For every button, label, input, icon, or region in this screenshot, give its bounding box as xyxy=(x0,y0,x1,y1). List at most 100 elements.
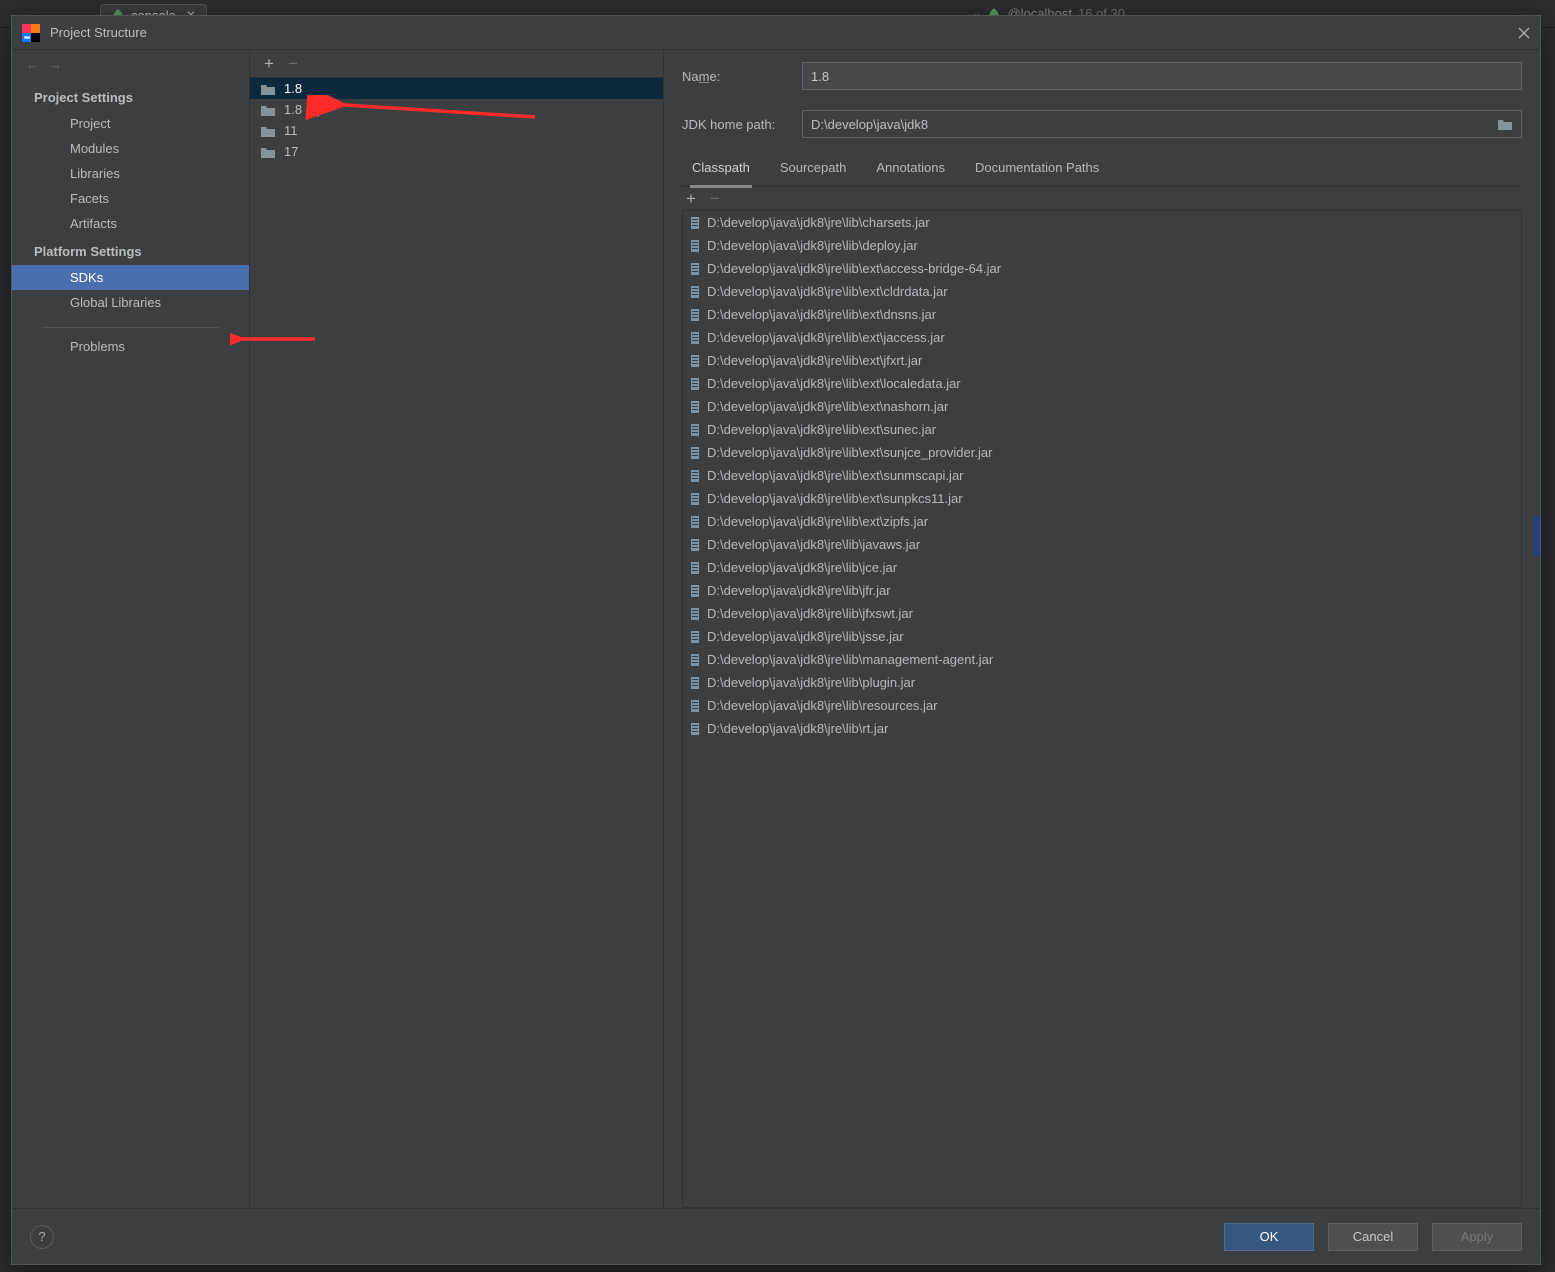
classpath-row[interactable]: D:\develop\java\jdk8\jre\lib\javaws.jar xyxy=(683,533,1521,556)
nav-history: ← → xyxy=(12,50,249,78)
sdk-item[interactable]: 1.8 xyxy=(250,78,663,99)
sidebar-item-problems[interactable]: Problems xyxy=(12,334,249,359)
detail-tabs: Classpath Sourcepath Annotations Documen… xyxy=(682,152,1522,187)
project-structure-dialog: Project Structure ← → Project Settings P… xyxy=(11,15,1541,1265)
dialog-footer: ? OK Cancel Apply xyxy=(12,1208,1540,1264)
classpath-path: D:\develop\java\jdk8\jre\lib\ext\jfxrt.j… xyxy=(707,353,922,368)
add-sdk-icon[interactable] xyxy=(264,55,274,72)
nav-back-icon[interactable]: ← xyxy=(26,57,39,72)
classpath-path: D:\develop\java\jdk8\jre\lib\ext\localed… xyxy=(707,376,961,391)
classpath-row[interactable]: D:\develop\java\jdk8\jre\lib\ext\sunec.j… xyxy=(683,418,1521,441)
sdk-toolbar xyxy=(250,50,663,78)
classpath-row[interactable]: D:\develop\java\jdk8\jre\lib\rt.jar xyxy=(683,717,1521,740)
classpath-row[interactable]: D:\develop\java\jdk8\jre\lib\ext\localed… xyxy=(683,372,1521,395)
path-label: JDK home path: xyxy=(682,117,792,132)
classpath-path: D:\develop\java\jdk8\jre\lib\ext\sunpkcs… xyxy=(707,491,963,506)
classpath-row[interactable]: D:\develop\java\jdk8\jre\lib\ext\sunjce_… xyxy=(683,441,1521,464)
jar-icon xyxy=(689,216,701,230)
close-icon[interactable] xyxy=(1518,27,1530,39)
sdk-item[interactable]: 1.8 (2) xyxy=(250,99,663,120)
apply-button[interactable]: Apply xyxy=(1432,1223,1522,1251)
sidebar: ← → Project Settings Project Modules Lib… xyxy=(12,50,250,1208)
ok-button[interactable]: OK xyxy=(1224,1223,1314,1251)
jar-icon xyxy=(689,239,701,253)
jar-icon xyxy=(689,354,701,368)
classpath-row[interactable]: D:\develop\java\jdk8\jre\lib\deploy.jar xyxy=(683,234,1521,257)
classpath-row[interactable]: D:\develop\java\jdk8\jre\lib\jfr.jar xyxy=(683,579,1521,602)
nav-forward-icon[interactable]: → xyxy=(49,57,62,72)
classpath-row[interactable]: D:\develop\java\jdk8\jre\lib\resources.j… xyxy=(683,694,1521,717)
intellij-icon xyxy=(22,24,40,42)
classpath-path: D:\develop\java\jdk8\jre\lib\jsse.jar xyxy=(707,629,904,644)
jar-icon xyxy=(689,584,701,598)
classpath-row[interactable]: D:\develop\java\jdk8\jre\lib\ext\jaccess… xyxy=(683,326,1521,349)
jar-icon xyxy=(689,423,701,437)
classpath-path: D:\develop\java\jdk8\jre\lib\charsets.ja… xyxy=(707,215,930,230)
jar-icon xyxy=(689,308,701,322)
classpath-row[interactable]: D:\develop\java\jdk8\jre\lib\ext\nashorn… xyxy=(683,395,1521,418)
sidebar-item-artifacts[interactable]: Artifacts xyxy=(12,211,249,236)
jar-icon xyxy=(689,538,701,552)
classpath-path: D:\develop\java\jdk8\jre\lib\ext\nashorn… xyxy=(707,399,948,414)
path-value-box: D:\develop\java\jdk8 xyxy=(802,110,1522,138)
classpath-row[interactable]: D:\develop\java\jdk8\jre\lib\ext\access-… xyxy=(683,257,1521,280)
jar-icon xyxy=(689,699,701,713)
jar-icon xyxy=(689,262,701,276)
folder-icon xyxy=(260,145,276,159)
sdk-item[interactable]: 17 xyxy=(250,141,663,162)
folder-icon xyxy=(260,103,276,117)
classpath-row[interactable]: D:\develop\java\jdk8\jre\lib\ext\cldrdat… xyxy=(683,280,1521,303)
sdk-label: 1.8 xyxy=(284,81,302,96)
classpath-row[interactable]: D:\develop\java\jdk8\jre\lib\plugin.jar xyxy=(683,671,1521,694)
classpath-path: D:\develop\java\jdk8\jre\lib\ext\dnsns.j… xyxy=(707,307,936,322)
classpath-row[interactable]: D:\develop\java\jdk8\jre\lib\ext\sunmsca… xyxy=(683,464,1521,487)
folder-icon xyxy=(260,82,276,96)
classpath-row[interactable]: D:\develop\java\jdk8\jre\lib\jce.jar xyxy=(683,556,1521,579)
sdk-name-input[interactable] xyxy=(802,62,1522,90)
classpath-row[interactable]: D:\develop\java\jdk8\jre\lib\jfxswt.jar xyxy=(683,602,1521,625)
classpath-row[interactable]: D:\develop\java\jdk8\jre\lib\charsets.ja… xyxy=(683,211,1521,234)
sidebar-item-sdks[interactable]: SDKs xyxy=(12,265,249,290)
sdk-item[interactable]: 11 xyxy=(250,120,663,141)
sidebar-section-project: Project Settings xyxy=(12,82,249,111)
dialog-titlebar: Project Structure xyxy=(12,16,1540,50)
classpath-path: D:\develop\java\jdk8\jre\lib\ext\sunjce_… xyxy=(707,445,992,460)
sidebar-item-project[interactable]: Project xyxy=(12,111,249,136)
classpath-path: D:\develop\java\jdk8\jre\lib\ext\sunmsca… xyxy=(707,468,964,483)
tab-annotations[interactable]: Annotations xyxy=(874,152,947,186)
add-classpath-icon[interactable] xyxy=(686,190,696,207)
path-row: JDK home path: D:\develop\java\jdk8 xyxy=(682,110,1522,138)
sidebar-section-platform: Platform Settings xyxy=(12,236,249,265)
tab-classpath[interactable]: Classpath xyxy=(690,152,752,188)
sdk-list[interactable]: 1.8 1.8 (2) 11 17 xyxy=(250,78,663,162)
jar-icon xyxy=(689,515,701,529)
classpath-row[interactable]: D:\develop\java\jdk8\jre\lib\ext\sunpkcs… xyxy=(683,487,1521,510)
browse-folder-icon[interactable] xyxy=(1497,117,1513,131)
remove-classpath-icon[interactable] xyxy=(710,190,720,207)
remove-sdk-icon[interactable] xyxy=(288,55,298,72)
jar-icon xyxy=(689,630,701,644)
tab-sourcepath[interactable]: Sourcepath xyxy=(778,152,849,186)
classpath-row[interactable]: D:\develop\java\jdk8\jre\lib\ext\jfxrt.j… xyxy=(683,349,1521,372)
jar-icon xyxy=(689,377,701,391)
sidebar-item-global-libraries[interactable]: Global Libraries xyxy=(12,290,249,315)
classpath-path: D:\develop\java\jdk8\jre\lib\jfxswt.jar xyxy=(707,606,913,621)
dialog-title: Project Structure xyxy=(50,25,147,40)
jar-icon xyxy=(689,331,701,345)
classpath-row[interactable]: D:\develop\java\jdk8\jre\lib\ext\dnsns.j… xyxy=(683,303,1521,326)
classpath-row[interactable]: D:\develop\java\jdk8\jre\lib\jsse.jar xyxy=(683,625,1521,648)
sidebar-item-libraries[interactable]: Libraries xyxy=(12,161,249,186)
sidebar-item-modules[interactable]: Modules xyxy=(12,136,249,161)
name-label: Name: xyxy=(682,69,792,84)
classpath-row[interactable]: D:\develop\java\jdk8\jre\lib\ext\zipfs.j… xyxy=(683,510,1521,533)
sdk-label: 11 xyxy=(284,123,298,138)
classpath-path: D:\develop\java\jdk8\jre\lib\management-… xyxy=(707,652,993,667)
jar-icon xyxy=(689,492,701,506)
classpath-row[interactable]: D:\develop\java\jdk8\jre\lib\management-… xyxy=(683,648,1521,671)
tab-documentation[interactable]: Documentation Paths xyxy=(973,152,1101,186)
sidebar-item-facets[interactable]: Facets xyxy=(12,186,249,211)
jar-icon xyxy=(689,561,701,575)
classpath-list[interactable]: D:\develop\java\jdk8\jre\lib\charsets.ja… xyxy=(682,211,1522,1208)
help-icon[interactable]: ? xyxy=(30,1225,54,1249)
cancel-button[interactable]: Cancel xyxy=(1328,1223,1418,1251)
